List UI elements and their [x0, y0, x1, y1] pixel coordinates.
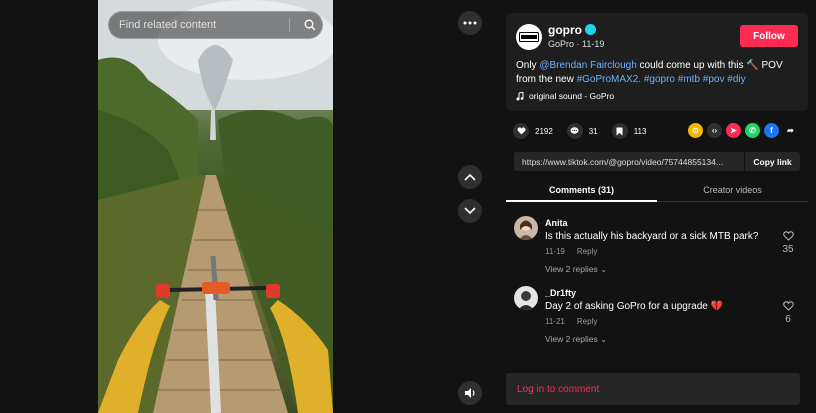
gopro-logo-icon: [519, 32, 539, 42]
view-replies-button[interactable]: View 2 replies ⌄: [545, 334, 607, 345]
desc-text-1: Only: [516, 60, 540, 71]
comment-bubble-icon[interactable]: [566, 123, 583, 139]
comment-text: Is this actually his backyard or a sick …: [545, 231, 759, 242]
comment-username[interactable]: Anita: [545, 218, 568, 228]
mention-link[interactable]: @Brendan Fairclough: [539, 60, 636, 71]
heart-outline-icon: [782, 301, 794, 311]
comment-tabs: Comments (31) Creator videos: [506, 178, 808, 202]
author-name-text[interactable]: gopro: [548, 23, 582, 37]
author-name[interactable]: gopro: [548, 23, 596, 37]
active-tab-indicator: [506, 200, 657, 202]
whatsapp-icon[interactable]: ✆: [745, 123, 760, 138]
avatar[interactable]: [514, 286, 538, 310]
video-frame: [98, 0, 333, 413]
music-note-icon: [516, 91, 524, 100]
comment-list: Anita Is this actually his backyard or a…: [506, 212, 808, 360]
save-count: 113: [633, 126, 647, 136]
share-options: ⊙ ‹› ➤ ✆ f ➦: [688, 123, 798, 138]
video-player[interactable]: [98, 0, 333, 413]
author-avatar[interactable]: [516, 24, 542, 50]
chevron-down-icon: [464, 207, 476, 215]
comment-like-count: 35: [782, 244, 794, 255]
sound-name[interactable]: original sound - GoPro: [529, 91, 614, 101]
comment-meta: 11-19 Reply: [545, 247, 597, 256]
comment-like[interactable]: 35: [779, 231, 797, 255]
volume-button[interactable]: [458, 381, 482, 405]
reply-button[interactable]: Reply: [577, 247, 597, 256]
post-info-card: gopro GoPro · 11-19 Follow Only @Brendan…: [506, 13, 808, 111]
details-panel: gopro GoPro · 11-19 Follow Only @Brendan…: [493, 0, 816, 413]
bookmark-icon[interactable]: [611, 123, 628, 139]
chevron-up-icon: [464, 173, 476, 181]
engagement-bar: 2192 31 113: [513, 123, 660, 139]
comment-like[interactable]: 6: [779, 301, 797, 325]
author-subtitle: GoPro · 11-19: [548, 39, 605, 49]
comment-like-count: 6: [785, 314, 791, 325]
comment-count: 31: [588, 126, 598, 136]
sound-link[interactable]: original sound - GoPro: [516, 91, 614, 101]
search-input[interactable]: [119, 19, 289, 31]
previous-video-button[interactable]: [458, 165, 482, 189]
comment-date: 11-19: [545, 247, 565, 256]
copy-link-box: https://www.tiktok.com/@gopro/video/7574…: [514, 152, 800, 171]
share-arrow-icon[interactable]: ➦: [783, 123, 798, 138]
comment-text: Day 2 of asking GoPro for a upgrade 💔: [545, 301, 724, 312]
post-description: Only @Brendan Fairclough could come up w…: [516, 59, 801, 87]
more-dots-icon: [463, 21, 477, 25]
follow-button[interactable]: Follow: [740, 25, 798, 47]
facebook-icon[interactable]: f: [764, 123, 779, 138]
login-to-comment-button[interactable]: Log in to comment: [506, 373, 800, 405]
hashtag-link[interactable]: #mtb: [678, 74, 700, 85]
embed-code-icon[interactable]: ‹›: [707, 123, 722, 138]
avatar[interactable]: [514, 216, 538, 240]
reply-button[interactable]: Reply: [577, 317, 597, 326]
comment-date: 11-21: [545, 317, 565, 326]
video-url: https://www.tiktok.com/@gopro/video/7574…: [522, 156, 723, 167]
comment-username[interactable]: _Dr1fty: [545, 288, 576, 298]
comment-action[interactable]: 31: [566, 123, 598, 139]
hashtag-link[interactable]: #GoProMAX2.: [577, 74, 641, 85]
speaker-icon: [464, 388, 475, 398]
tab-creator-videos[interactable]: Creator videos: [657, 178, 808, 202]
send-to-friend-icon[interactable]: ➤: [726, 123, 741, 138]
save-action[interactable]: 113: [611, 123, 647, 139]
verified-badge-icon: [585, 24, 596, 35]
hashtag-link[interactable]: #gopro: [644, 74, 675, 85]
search-icon[interactable]: [298, 13, 322, 37]
coin-share-icon[interactable]: ⊙: [688, 123, 703, 138]
like-count: 2192: [535, 126, 553, 136]
more-options-button[interactable]: [458, 11, 482, 35]
search-divider: [289, 18, 290, 32]
search-bar[interactable]: [108, 11, 323, 39]
tiktok-video-page: gopro GoPro · 11-19 Follow Only @Brendan…: [0, 0, 816, 413]
heart-icon[interactable]: [513, 123, 529, 139]
video-stage: [0, 0, 493, 413]
next-video-button[interactable]: [458, 199, 482, 223]
like-action[interactable]: 2192: [513, 123, 553, 139]
tab-comments[interactable]: Comments (31): [506, 178, 657, 202]
hashtag-link[interactable]: #diy: [727, 74, 745, 85]
hashtag-link[interactable]: #pov: [703, 74, 725, 85]
comment-meta: 11-21 Reply: [545, 317, 597, 326]
heart-outline-icon: [782, 231, 794, 241]
view-replies-button[interactable]: View 2 replies ⌄: [545, 264, 607, 275]
copy-link-button[interactable]: Copy link: [744, 152, 800, 171]
